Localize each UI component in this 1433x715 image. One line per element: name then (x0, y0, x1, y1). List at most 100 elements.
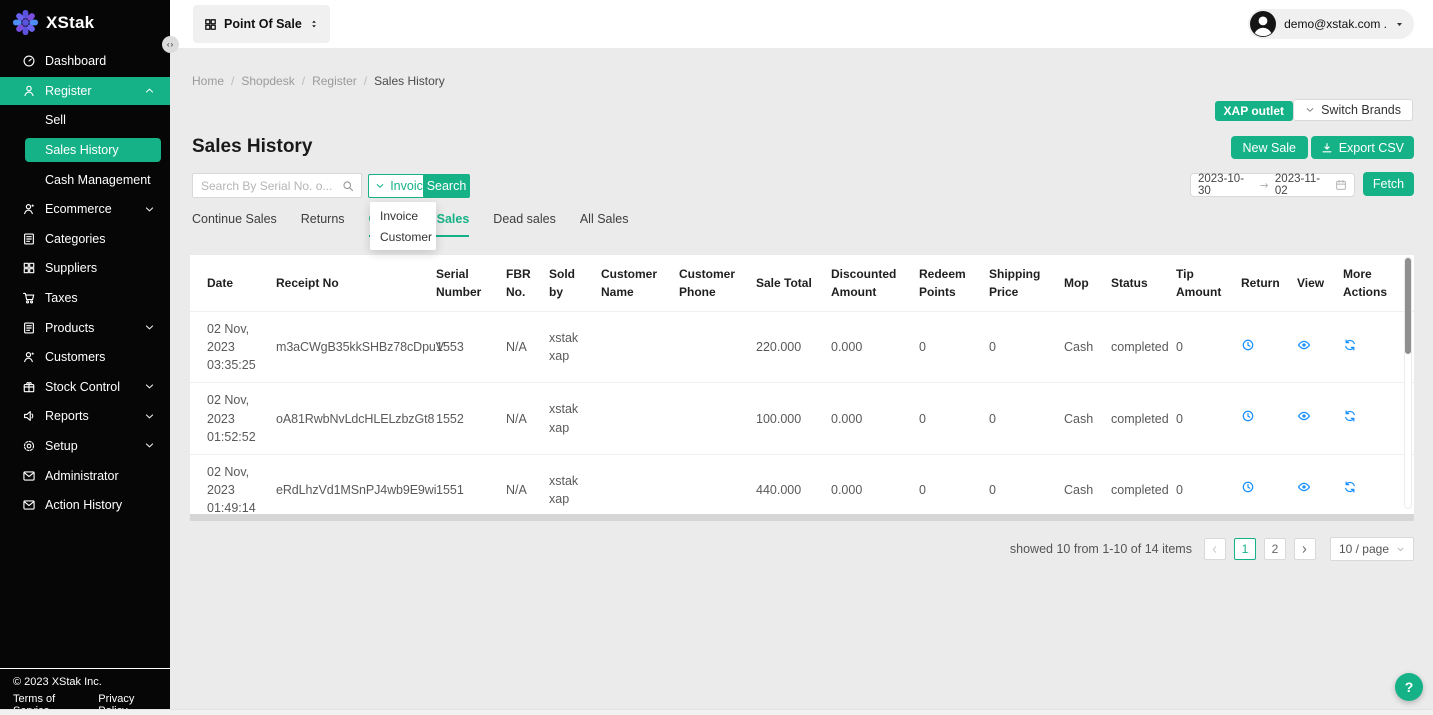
cell-shipping-price: 0 (981, 383, 1056, 454)
col-serial-number: Serial Number (428, 255, 498, 312)
tab-returns[interactable]: Returns (301, 212, 345, 237)
sidebar-item-administrator[interactable]: Administrator (0, 461, 170, 491)
date-range-picker[interactable]: 2023-10-30 2023-11-02 (1190, 173, 1355, 197)
sidebar-item-dashboard[interactable]: Dashboard (0, 46, 170, 76)
sidebar-item-setup[interactable]: Setup (0, 431, 170, 461)
view-icon[interactable] (1297, 338, 1311, 352)
pagination-page-2[interactable]: 2 (1264, 538, 1286, 560)
export-csv-label: Export CSV (1339, 141, 1404, 155)
sidebar-item-taxes[interactable]: Taxes (0, 283, 170, 313)
cell-fbr-no: N/A (498, 454, 541, 521)
date-from: 2023-10-30 (1198, 173, 1254, 197)
cell-sold-by: xstak xap (541, 383, 593, 454)
pagination-prev-button[interactable] (1204, 538, 1226, 560)
cell-mop: Cash (1056, 383, 1103, 454)
app-selector[interactable]: Point Of Sale (193, 5, 330, 43)
cell-redeem-points: 0 (911, 383, 981, 454)
sales-history-screen: XStak DashboardRegisterSellSales History… (0, 0, 1433, 715)
search-button[interactable]: Search (423, 174, 470, 198)
cell-status: completed (1103, 454, 1168, 521)
cell-shipping-price: 0 (981, 312, 1056, 383)
pagination-page-1[interactable]: 1 (1234, 538, 1256, 560)
sidebar-item-products[interactable]: Products (0, 313, 170, 343)
cell-customer-phone (671, 383, 748, 454)
export-csv-button[interactable]: Export CSV (1311, 136, 1414, 159)
pagination-next-button[interactable] (1294, 538, 1316, 560)
sidebar-item-action-history[interactable]: Action History (0, 490, 170, 520)
sidebar-collapse-toggle[interactable]: ‹› (162, 36, 179, 53)
sidebar-item-label: Stock Control (45, 380, 120, 394)
return-icon[interactable] (1241, 338, 1255, 352)
table-row: 02 Nov, 2023 01:49:14eRdLhzVd1MSnPJ4wb9E… (190, 454, 1414, 521)
chevron-down-icon (1396, 545, 1405, 554)
sidebar-item-register[interactable]: Register (0, 77, 170, 105)
page-size-value: 10 / page (1339, 542, 1389, 556)
cell-customer-name (593, 312, 671, 383)
breadcrumb-item-home[interactable]: Home (192, 74, 224, 88)
user-menu[interactable]: demo@xstak.com . (1248, 9, 1414, 39)
cart-icon (22, 291, 36, 305)
view-icon[interactable] (1297, 409, 1311, 423)
return-icon[interactable] (1241, 480, 1255, 494)
cell-view-action (1289, 383, 1335, 454)
sidebar-item-stock-control[interactable]: Stock Control (0, 372, 170, 402)
cell-receipt-no: m3aCWgB35kkSHBz78cDpuV (268, 312, 428, 383)
view-icon[interactable] (1297, 480, 1311, 494)
sidebar-item-reports[interactable]: Reports (0, 402, 170, 432)
breadcrumb-item-register[interactable]: Register (312, 74, 357, 88)
outlet-badge: XAP outlet (1215, 101, 1293, 121)
tab-all-sales[interactable]: All Sales (580, 212, 629, 237)
chevron-down-icon (1305, 105, 1315, 115)
cell-serial-number: 1551 (428, 454, 498, 521)
dropdown-option-invoice[interactable]: Invoice (370, 205, 436, 226)
cell-return-action (1233, 312, 1289, 383)
cell-date: 02 Nov, 2023 01:49:14 (190, 454, 268, 521)
breadcrumb-item-sales-history[interactable]: Sales History (374, 74, 445, 88)
return-icon[interactable] (1241, 409, 1255, 423)
sync-icon[interactable] (1343, 480, 1357, 494)
table-horizontal-scrollbar[interactable] (190, 514, 1414, 521)
fetch-button[interactable]: Fetch (1363, 172, 1414, 196)
tab-continue-sales[interactable]: Continue Sales (192, 212, 277, 237)
help-button[interactable]: ? (1395, 673, 1423, 701)
chev-down-icon (144, 440, 155, 451)
page-size-select[interactable]: 10 / page (1330, 537, 1414, 561)
main-content: Home/Shopdesk/Register/Sales History XAP… (170, 48, 1433, 715)
brand-logo[interactable]: XStak (12, 9, 94, 36)
sidebar-item-label: Dashboard (45, 54, 106, 68)
col-customer-name: Customer Name (593, 255, 671, 312)
col-sale-total: Sale Total (748, 255, 823, 312)
search-type-dropdown: InvoiceCustomer (370, 202, 436, 250)
cell-mop: Cash (1056, 312, 1103, 383)
table-vertical-scrollbar[interactable] (1404, 257, 1412, 509)
sidebar-item-sales-history[interactable]: Sales History (0, 135, 170, 165)
table-row: 02 Nov, 2023 03:35:25m3aCWgB35kkSHBz78cD… (190, 312, 1414, 383)
switch-brands-label: Switch Brands (1321, 103, 1401, 117)
col-shipping-price: Shipping Price (981, 255, 1056, 312)
breadcrumb-item-shopdesk[interactable]: Shopdesk (241, 74, 294, 88)
sidebar-item-cash-management[interactable]: Cash Management (0, 165, 170, 195)
search-input[interactable] (193, 179, 342, 193)
sidebar-item-ecommerce[interactable]: Ecommerce (0, 194, 170, 224)
sidebar-item-customers[interactable]: Customers (0, 342, 170, 372)
cell-receipt-no: oA81RwbNvLdcHLELzbzGt8 (268, 383, 428, 454)
chev-down-icon (144, 322, 155, 333)
breadcrumb-separator: / (302, 74, 305, 88)
col-redeem-points: Redeem Points (911, 255, 981, 312)
sync-icon[interactable] (1343, 409, 1357, 423)
new-sale-button[interactable]: New Sale (1231, 136, 1309, 159)
sidebar-item-categories[interactable]: Categories (0, 224, 170, 254)
sidebar-item-label: Setup (45, 439, 78, 453)
sidebar-item-suppliers[interactable]: Suppliers (0, 254, 170, 284)
col-status: Status (1103, 255, 1168, 312)
page-horizontal-scrollbar[interactable] (0, 709, 1433, 715)
switch-brands-button[interactable]: Switch Brands (1293, 99, 1413, 121)
sidebar-item-label: Register (45, 84, 92, 98)
sidebar-item-sell[interactable]: Sell (0, 106, 170, 136)
caret-down-icon (1395, 20, 1404, 29)
sync-icon[interactable] (1343, 338, 1357, 352)
sidebar-item-label: Suppliers (45, 261, 97, 275)
tab-dead-sales[interactable]: Dead sales (493, 212, 556, 237)
gear-icon (22, 439, 36, 453)
dropdown-option-customer[interactable]: Customer (370, 226, 436, 247)
